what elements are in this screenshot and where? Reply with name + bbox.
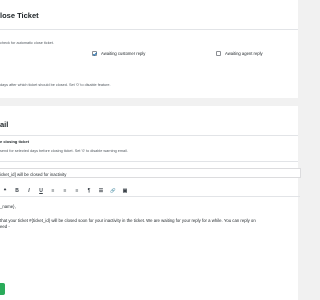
- quote-icon[interactable]: ❝: [2, 187, 8, 195]
- awaiting-customer-reply-option[interactable]: Awaiting customer reply: [92, 51, 145, 56]
- email-body-line: that your ticket #{ticket_id} will be cl…: [0, 218, 256, 223]
- awaiting-agent-reply-option[interactable]: Awaiting agent reply: [216, 51, 263, 56]
- email-body-editor[interactable]: _name}, that your ticket #{ticket_id} wi…: [0, 198, 300, 266]
- divider: [0, 29, 298, 30]
- link-icon[interactable]: 🔗: [110, 187, 116, 195]
- awaiting-agent-reply-checkbox[interactable]: [216, 51, 221, 56]
- underline-icon[interactable]: U: [38, 187, 44, 195]
- auto-close-title: lose Ticket: [0, 11, 39, 20]
- paragraph-icon[interactable]: ¶: [86, 187, 92, 195]
- save-button[interactable]: [0, 283, 5, 295]
- list-icon[interactable]: ☰: [98, 187, 104, 195]
- email-body-line: eed -: [0, 224, 10, 229]
- align-left-icon[interactable]: ≡: [50, 187, 56, 195]
- bold-icon[interactable]: B: [14, 187, 20, 195]
- awaiting-customer-reply-checkbox[interactable]: [92, 51, 97, 56]
- awaiting-agent-reply-label: Awaiting agent reply: [225, 51, 263, 56]
- divider: [0, 135, 298, 136]
- warning-days-description: send for selected days before closing ti…: [0, 149, 128, 153]
- editor-toolbar: ❝ B I U ≡ ≡ ≡ ¶ ☰ 🔗 ▣: [0, 185, 300, 197]
- align-center-icon[interactable]: ≡: [62, 187, 68, 195]
- auto-close-days-description: days after which ticket should be closed…: [0, 83, 111, 87]
- auto-close-card: lose Ticket check for automatic close ti…: [0, 0, 298, 98]
- awaiting-customer-reply-label: Awaiting customer reply: [101, 51, 146, 56]
- divider: [0, 161, 298, 162]
- warning-email-title: ail: [0, 120, 9, 129]
- align-right-icon[interactable]: ≡: [74, 187, 80, 195]
- italic-icon[interactable]: I: [26, 187, 32, 195]
- warning-days-label: e closing ticket: [0, 139, 29, 144]
- email-body-line: _name},: [0, 204, 16, 209]
- image-icon[interactable]: ▣: [122, 187, 128, 195]
- auto-close-description: check for automatic close ticket.: [0, 41, 54, 45]
- email-subject-input[interactable]: icket_id] will be closed for inactivity: [0, 168, 301, 178]
